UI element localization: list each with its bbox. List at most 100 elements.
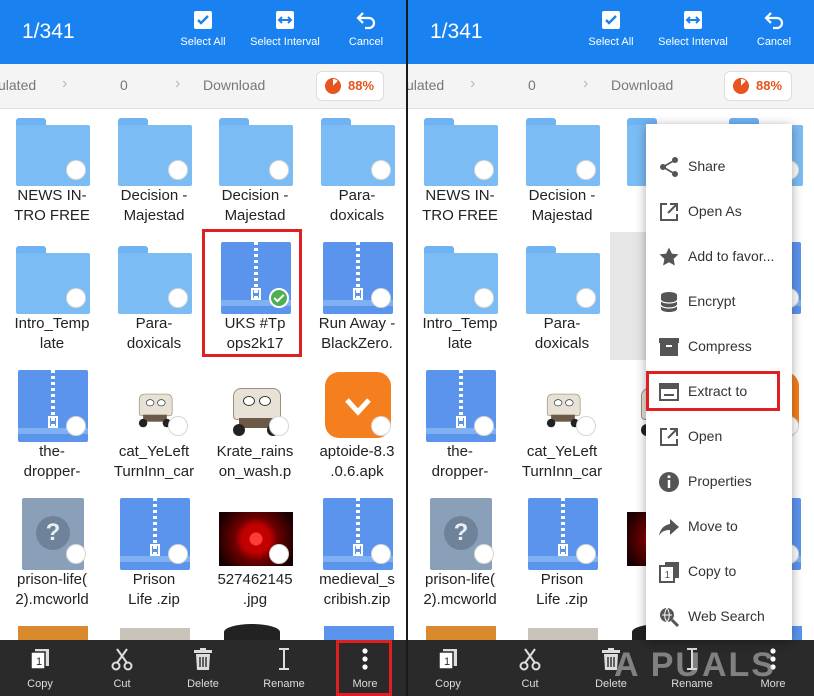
- select-checkbox[interactable]: [576, 160, 596, 180]
- menu-item-label: Encrypt: [688, 293, 736, 309]
- file-item[interactable]: Para- doxicals: [307, 108, 406, 236]
- select-checkbox[interactable]: [269, 416, 289, 436]
- chevron-right-icon: ›: [470, 75, 476, 92]
- select-checkbox[interactable]: [66, 288, 86, 308]
- file-item[interactable]: 527462145 .jpg: [205, 492, 305, 620]
- file-item[interactable]: NEWS IN- TRO FREE: [410, 108, 510, 236]
- file-item[interactable]: Intro_Temp late: [2, 236, 102, 364]
- menu-item-extract-to[interactable]: Extract to: [646, 369, 792, 414]
- file-item[interactable]: ? prison-life( 2).mcworld: [2, 492, 102, 620]
- breadcrumb-item[interactable]: ulated: [408, 77, 444, 93]
- bottom-action-label: Cut: [521, 678, 539, 690]
- select-all-button[interactable]: Select All: [571, 8, 651, 48]
- select-checkbox[interactable]: [168, 544, 188, 564]
- menu-item-add-to-favor[interactable]: Add to favor...: [646, 234, 792, 279]
- select-checkbox[interactable]: [474, 288, 494, 308]
- select-checkbox[interactable]: [576, 288, 596, 308]
- menu-item-label: Web Search: [688, 608, 765, 624]
- select-checkbox[interactable]: [168, 416, 188, 436]
- select-checkbox[interactable]: [66, 416, 86, 436]
- select-checkbox[interactable]: [371, 288, 391, 308]
- select-checkbox[interactable]: [474, 544, 494, 564]
- delete-button[interactable]: Delete: [173, 646, 233, 690]
- menu-item-copy-to[interactable]: 1 Copy to: [646, 549, 792, 594]
- menu-item-open[interactable]: Open: [646, 414, 792, 459]
- select-checkbox[interactable]: [576, 544, 596, 564]
- file-name: Prison Life .zip: [128, 571, 180, 608]
- select-checkbox[interactable]: [168, 288, 188, 308]
- toolbar-action-label: Select Interval: [658, 36, 728, 48]
- menu-item-compress[interactable]: Compress: [646, 324, 792, 369]
- svg-text:1: 1: [444, 656, 450, 668]
- select-interval-button[interactable]: Select Interval: [245, 8, 325, 48]
- breadcrumb-item[interactable]: Download: [611, 77, 673, 93]
- file-item[interactable]: Para- doxicals: [512, 236, 612, 364]
- select-checkbox[interactable]: [371, 416, 391, 436]
- file-item[interactable]: Run Away - BlackZero.: [307, 236, 406, 364]
- file-name: aptoide-8.3 .0.6.apk: [319, 443, 395, 480]
- select-interval-button[interactable]: Select Interval: [653, 8, 733, 48]
- breadcrumb-item[interactable]: 0: [528, 77, 536, 93]
- file-item[interactable]: aptoide-8.3 .0.6.apk: [307, 364, 406, 492]
- file-item[interactable]: ? prison-life( 2).mcworld: [410, 492, 510, 620]
- scissors-icon: [109, 646, 135, 672]
- checkbox-icon: [599, 8, 623, 32]
- selected-file-shade: [610, 232, 650, 360]
- breadcrumb-item[interactable]: Download: [203, 77, 265, 93]
- file-item[interactable]: the- dropper-: [2, 364, 102, 492]
- file-item[interactable]: cat_YeLeft TurnInn_car: [512, 364, 612, 492]
- file-item[interactable]: the- dropper-: [410, 364, 510, 492]
- menu-item-encrypt[interactable]: Encrypt: [646, 279, 792, 324]
- select-checkbox[interactable]: [168, 160, 188, 180]
- file-item[interactable]: UKS #Tp ops2k17: [205, 236, 305, 364]
- bottom-action-label: Delete: [187, 678, 219, 690]
- select-checkbox[interactable]: [576, 416, 596, 436]
- file-item[interactable]: Prison Life .zip: [512, 492, 612, 620]
- file-item[interactable]: Decision - Majestad: [205, 108, 305, 236]
- file-item[interactable]: NEWS IN- TRO FREE: [2, 108, 102, 236]
- menu-item-move-to[interactable]: Move to: [646, 504, 792, 549]
- file-item[interactable]: Decision - Majestad: [104, 108, 204, 236]
- select-checkbox[interactable]: [474, 416, 494, 436]
- menu-item-web-search[interactable]: Web Search: [646, 594, 792, 639]
- menu-item-properties[interactable]: Properties: [646, 459, 792, 504]
- select-checkbox[interactable]: [269, 160, 289, 180]
- select-checkbox[interactable]: [269, 544, 289, 564]
- cut-button[interactable]: Cut: [92, 646, 152, 690]
- toolbar-action-label: Cancel: [756, 36, 792, 48]
- toolbar-action-label: Cancel: [348, 36, 384, 48]
- breadcrumb-item[interactable]: ulated: [0, 77, 36, 93]
- select-checkbox[interactable]: [66, 544, 86, 564]
- open-external-icon: [658, 201, 680, 223]
- file-item[interactable]: Prison Life .zip: [104, 492, 204, 620]
- file-name: Para- doxicals: [329, 187, 385, 224]
- menu-item-share[interactable]: Share: [646, 144, 792, 189]
- copy-button[interactable]: 1 Copy: [10, 646, 70, 690]
- select-checkbox[interactable]: [66, 160, 86, 180]
- select-checkbox[interactable]: [371, 544, 391, 564]
- more-button[interactable]: More: [335, 646, 395, 690]
- cancel-button[interactable]: Cancel: [734, 8, 814, 48]
- context-menu: Share Open As Add to favor... Encrypt Compre…: [646, 124, 792, 640]
- select-checkbox[interactable]: [371, 160, 391, 180]
- storage-usage-badge[interactable]: 88%: [316, 71, 384, 101]
- breadcrumb-item[interactable]: 0: [120, 77, 128, 93]
- svg-text:1: 1: [36, 656, 42, 668]
- file-item[interactable]: Para- doxicals: [104, 236, 204, 364]
- cancel-button[interactable]: Cancel: [326, 8, 406, 48]
- select-checkbox[interactable]: [269, 288, 289, 308]
- menu-item-label: Extract to: [688, 383, 748, 399]
- file-item[interactable]: Decision - Majestad: [512, 108, 612, 236]
- storage-usage-badge[interactable]: 88%: [724, 71, 792, 101]
- copy-button[interactable]: 1 Copy: [418, 646, 478, 690]
- file-item[interactable]: Krate_rains on_wash.p: [205, 364, 305, 492]
- file-item[interactable]: cat_YeLeft TurnInn_car: [104, 364, 204, 492]
- file-item[interactable]: medieval_s cribish.zip: [307, 492, 406, 620]
- bottom-action-label: More: [352, 678, 378, 690]
- cut-button[interactable]: Cut: [500, 646, 560, 690]
- select-checkbox[interactable]: [474, 160, 494, 180]
- menu-item-open-as[interactable]: Open As: [646, 189, 792, 234]
- file-item[interactable]: Intro_Temp late: [410, 236, 510, 364]
- rename-button[interactable]: Rename: [254, 646, 314, 690]
- select-all-button[interactable]: Select All: [163, 8, 243, 48]
